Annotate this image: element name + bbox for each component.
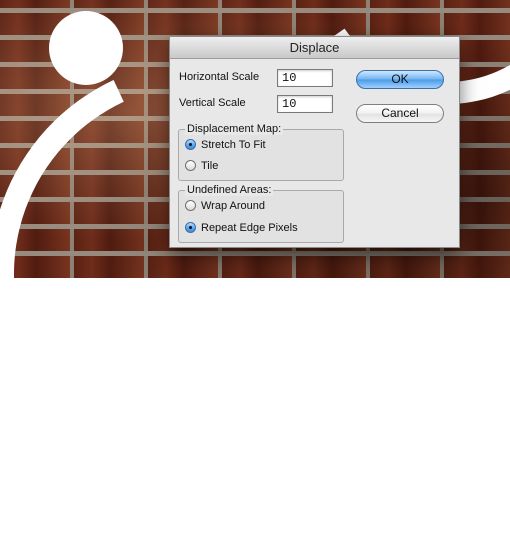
radio-label: Repeat Edge Pixels [201,222,298,234]
vertical-scale-label: Vertical Scale [179,97,246,109]
white-circle-shape [49,11,123,85]
radio-label: Wrap Around [201,200,266,212]
radio-selected-icon[interactable] [185,222,196,233]
radio-wrap-around[interactable]: Wrap Around [185,200,265,212]
horizontal-scale-label: Horizontal Scale [179,71,260,83]
radio-repeat-edge-pixels[interactable]: Repeat Edge Pixels [185,222,298,234]
radio-stretch-to-fit[interactable]: Stretch To Fit [185,139,266,151]
radio-unselected-icon[interactable] [185,160,196,171]
displacement-map-title: Displacement Map: [185,123,284,135]
radio-tile[interactable]: Tile [185,160,218,172]
undefined-areas-group: Undefined Areas: Wrap Around Repeat Edge… [178,184,344,243]
horizontal-scale-input[interactable] [277,69,333,87]
cancel-button[interactable]: Cancel [356,104,444,123]
radio-unselected-icon[interactable] [185,200,196,211]
radio-label: Stretch To Fit [201,139,266,151]
radio-selected-icon[interactable] [185,139,196,150]
dialog-title[interactable]: Displace [170,37,459,59]
radio-label: Tile [201,160,219,172]
vertical-scale-input[interactable] [277,95,333,113]
displace-dialog: Displace Horizontal Scale Vertical Scale… [169,36,460,248]
ok-button[interactable]: OK [356,70,444,89]
undefined-areas-title: Undefined Areas: [185,184,274,196]
displacement-map-group: Displacement Map: Stretch To Fit Tile [178,123,344,181]
